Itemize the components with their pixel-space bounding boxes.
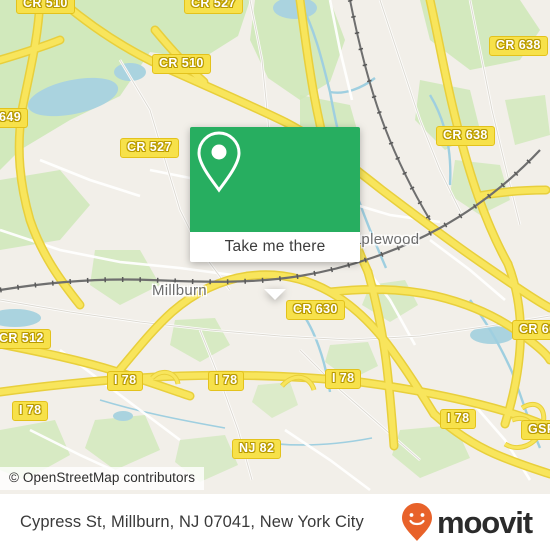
take-me-there-button[interactable]: Take me there [190,232,360,262]
road-shield-i78-e: I 78 [440,409,477,429]
road-shield-nj82: NJ 82 [232,439,282,459]
road-shield-cr527: CR 527 [120,138,179,158]
location-popup-card[interactable]: Take me there [190,127,360,300]
popup-tail [264,289,286,300]
road-shield-i78-a: I 78 [107,371,144,391]
moovit-brand[interactable]: moovit [400,502,533,542]
moovit-wordmark: moovit [436,504,533,540]
road-shield-gsp: GSP [521,420,550,440]
road-shield-i78-c: I 78 [325,369,362,389]
road-shield-cr638-upper: CR 638 [489,36,548,56]
place-label-millburn: Millburn [152,282,207,299]
footer-content: Cypress St, Millburn, NJ 07041, New York… [0,494,550,550]
footer-bar: Cypress St, Millburn, NJ 07041, New York… [0,494,550,550]
road-shield-cr527-top: CR 527 [184,0,243,14]
road-shield-cr510: CR 510 [152,54,211,74]
moovit-map-screenshot: Millburn Maplewood CR 510 CR 510 CR 527 … [0,0,550,550]
map-canvas[interactable]: Millburn Maplewood CR 510 CR 510 CR 527 … [0,0,550,494]
road-shield-i78-b: I 78 [208,371,245,391]
osm-attribution[interactable]: © OpenStreetMap contributors [0,467,205,490]
road-shield-cr510-top: CR 510 [16,0,75,14]
road-shield-cr638-lower: CR 638 [436,126,495,146]
location-title: Cypress St, Millburn, NJ 07041, New York… [20,512,364,531]
road-shield-i78-d: I 78 [12,401,49,421]
take-me-there-label: Take me there [224,238,326,255]
road-shield-cr630: CR 630 [286,300,345,320]
road-shield-cr601: CR 601 [512,320,550,340]
popup-icon-area [190,127,360,232]
road-shield-cr512: CR 512 [0,329,51,349]
moovit-smiley-pin-icon [401,503,432,541]
map-pin-icon [197,131,241,193]
road-shield-649: 649 [0,108,29,128]
